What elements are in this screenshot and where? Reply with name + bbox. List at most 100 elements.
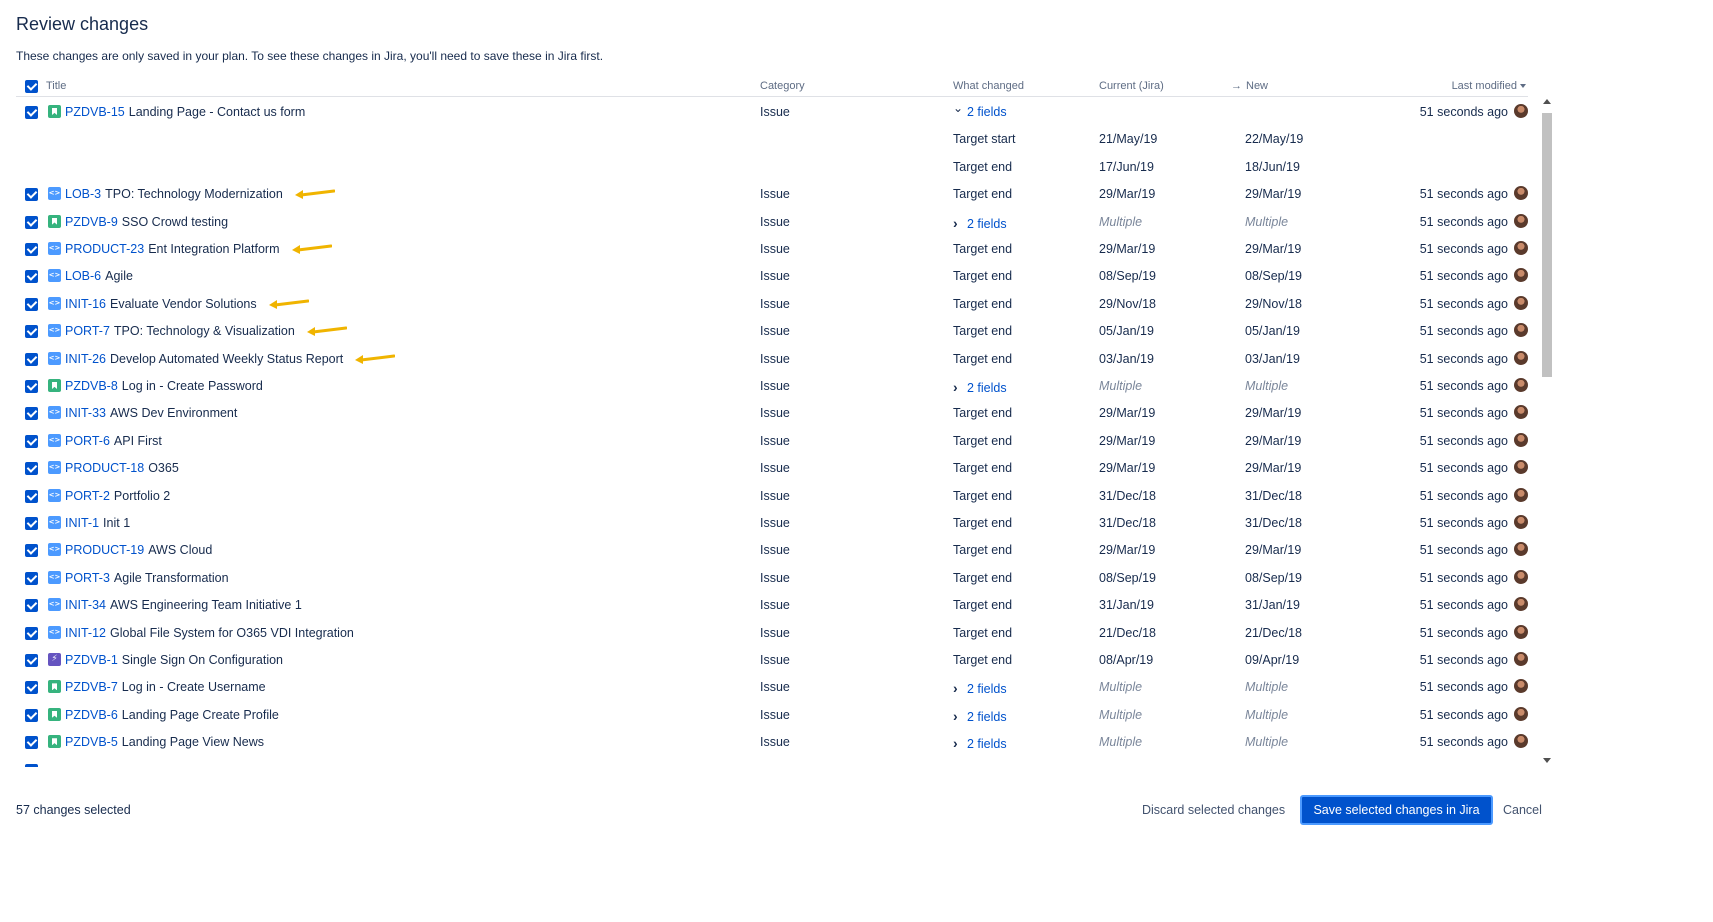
issue-key-link[interactable]: INIT-26 bbox=[65, 352, 106, 366]
row-category: Issue bbox=[760, 598, 790, 613]
row-what-changed: Target end bbox=[953, 351, 1013, 366]
row-current-value: 08/Sep/19 bbox=[1099, 269, 1156, 284]
issue-key-link[interactable]: INIT-12 bbox=[65, 626, 106, 640]
cancel-button[interactable]: Cancel bbox=[1503, 803, 1542, 817]
issue-key-link[interactable]: PZDVB-8 bbox=[65, 379, 118, 393]
row-checkbox[interactable] bbox=[25, 462, 38, 476]
expand-fields-toggle[interactable]: › 2 fields bbox=[953, 708, 1007, 724]
row-checkbox[interactable] bbox=[25, 681, 38, 695]
issue-key-link[interactable]: PZDVB-9 bbox=[65, 215, 118, 229]
header-category[interactable]: Category bbox=[760, 80, 805, 92]
issue-key-link[interactable]: PRODUCT-19 bbox=[65, 543, 144, 557]
issue-key-link[interactable]: PZDVB-7 bbox=[65, 680, 118, 694]
issue-key-link[interactable]: PZDVB-15 bbox=[65, 105, 125, 119]
issue-key-link[interactable]: INIT-33 bbox=[65, 406, 106, 420]
row-new-value: Multiple bbox=[1245, 214, 1289, 229]
table-row[interactable]: PZDVB-15 Landing Page - Contact us form Is… bbox=[16, 98, 1528, 125]
table-row[interactable]: PORT-6API First Issue Target end 29/Mar/19 2… bbox=[16, 427, 1528, 454]
save-in-jira-button[interactable]: Save selected changes in Jira bbox=[1300, 795, 1493, 825]
issue-key-link[interactable]: PORT-3 bbox=[65, 571, 110, 585]
table-row[interactable]: LOB-6 Agile Issue Target end 08/Sep/19 08/Sep… bbox=[16, 262, 1528, 289]
issue-key-link[interactable]: PORT-7 bbox=[65, 324, 110, 338]
row-checkbox[interactable] bbox=[25, 654, 38, 667]
table-row[interactable]: PRODUCT-18 O365 Issue Target end 29/Mar/19 29… bbox=[16, 454, 1528, 481]
table-row[interactable]: PRODUCT-23 Ent Integration Platform Issue T… bbox=[16, 235, 1528, 262]
table-row[interactable]: PORT-3Agile Transformation Issue Target en… bbox=[16, 564, 1528, 591]
issue-key-link[interactable]: LOB-3 bbox=[65, 187, 101, 201]
table-row[interactable]: INIT-1 Init 1 Issue Target end 31/Dec/18 31/D… bbox=[16, 509, 1528, 536]
row-checkbox[interactable] bbox=[25, 517, 38, 530]
row-checkbox[interactable] bbox=[25, 489, 38, 503]
row-checkbox[interactable] bbox=[25, 380, 38, 393]
table-row[interactable]: INIT-26 Develop Automated Weekly Status R… bbox=[16, 345, 1528, 372]
header-new[interactable]: → New bbox=[1231, 80, 1268, 92]
table-row[interactable]: PZDVB-6 Landing Page Create Profile Issue ›… bbox=[16, 701, 1528, 728]
row-checkbox[interactable] bbox=[25, 352, 38, 366]
expand-fields-toggle[interactable]: › 2 fields bbox=[953, 215, 1007, 231]
expand-fields-toggle[interactable]: › 2 fields bbox=[953, 735, 1007, 751]
row-checkbox[interactable] bbox=[25, 297, 38, 311]
issue-key-link[interactable]: PORT-6 bbox=[65, 434, 110, 448]
header-last-modified[interactable]: Last modified bbox=[1452, 80, 1526, 92]
discard-button[interactable]: Discard selected changes bbox=[1142, 803, 1285, 817]
header-current-jira[interactable]: Current (Jira) bbox=[1099, 80, 1164, 92]
table-row[interactable]: PZDVB-5 Landing Page View News Issue › 2 fie… bbox=[16, 728, 1528, 755]
issue-key-link[interactable]: PZDVB-1 bbox=[65, 653, 118, 667]
expand-fields-toggle[interactable]: › 2 fields bbox=[953, 680, 1007, 696]
issue-key-link[interactable]: PZDVB-6 bbox=[65, 708, 118, 722]
header-title[interactable]: Title bbox=[46, 80, 66, 92]
table-row[interactable]: PZDVB-7 Log in - Create Username Issue › 2 f… bbox=[16, 673, 1528, 700]
row-checkbox[interactable] bbox=[25, 599, 38, 613]
row-checkbox[interactable] bbox=[25, 571, 38, 585]
row-last-modified: 51 seconds ago bbox=[1419, 570, 1508, 585]
expand-fields-toggle[interactable]: › 2 fields bbox=[953, 379, 1007, 395]
initiative-icon bbox=[48, 242, 61, 255]
row-title: PZDVB-15 Landing Page - Contact us form bbox=[65, 105, 305, 119]
row-category: Issue bbox=[760, 105, 790, 119]
row-checkbox[interactable] bbox=[25, 763, 38, 767]
table-row[interactable]: LOB-3 TPO: Technology Modernization Issue T… bbox=[16, 180, 1528, 207]
table-row[interactable]: PORT-7TPO: Technology & Visualization Iss… bbox=[16, 317, 1528, 344]
row-checkbox[interactable] bbox=[25, 106, 38, 119]
scroll-down-icon[interactable] bbox=[1543, 758, 1551, 763]
row-last-modified: 51 seconds ago bbox=[1419, 543, 1508, 558]
table-row-partial[interactable] bbox=[16, 756, 1528, 767]
row-checkbox[interactable] bbox=[25, 325, 38, 339]
row-checkbox[interactable] bbox=[25, 736, 38, 750]
row-checkbox[interactable] bbox=[25, 270, 38, 284]
row-checkbox[interactable] bbox=[25, 434, 38, 448]
issue-key-link[interactable]: INIT-1 bbox=[65, 516, 99, 530]
table-row[interactable]: INIT-34 AWS Engineering Team Initiative 1… bbox=[16, 591, 1528, 618]
table-row[interactable]: PZDVB-1Single Sign On Configuration Issue… bbox=[16, 646, 1528, 673]
header-what-changed[interactable]: What changed bbox=[953, 80, 1024, 92]
row-current-value: 21/Dec/18 bbox=[1099, 625, 1156, 640]
chevron-right-icon: › bbox=[953, 735, 958, 752]
expand-fields-toggle[interactable]: ⌄ 2 fields bbox=[953, 101, 1007, 119]
row-checkbox[interactable] bbox=[25, 544, 38, 558]
issue-key-link[interactable]: PRODUCT-18 bbox=[65, 461, 144, 475]
table-row[interactable]: PZDVB-9 SSO Crowd testing Issue › 2 fields Mu… bbox=[16, 208, 1528, 235]
row-checkbox[interactable] bbox=[25, 243, 38, 256]
issue-key-link[interactable]: INIT-34 bbox=[65, 598, 106, 612]
row-checkbox[interactable] bbox=[25, 708, 38, 722]
scroll-thumb[interactable] bbox=[1542, 113, 1552, 377]
select-all-checkbox[interactable] bbox=[25, 80, 38, 93]
issue-key-link[interactable]: PZDVB-5 bbox=[65, 735, 118, 749]
issue-key-link[interactable]: INIT-16 bbox=[65, 297, 106, 311]
row-checkbox[interactable] bbox=[25, 407, 38, 421]
table-row[interactable]: INIT-33 AWS Dev Environment Issue Target en… bbox=[16, 399, 1528, 426]
row-checkbox[interactable] bbox=[25, 215, 38, 229]
issue-key-link[interactable]: PRODUCT-23 bbox=[65, 242, 144, 256]
table-row[interactable]: PORT-2Portfolio 2 Issue Target end 31/Dec/1… bbox=[16, 482, 1528, 509]
table-row[interactable]: INIT-16 Evaluate Vendor Solutions Issue Tar… bbox=[16, 290, 1528, 317]
issue-summary: Single Sign On Configuration bbox=[121, 653, 284, 667]
table-row[interactable]: INIT-12 Global File System for O365 VDI I… bbox=[16, 619, 1528, 646]
scroll-up-icon[interactable] bbox=[1543, 99, 1551, 104]
issue-key-link[interactable]: PORT-2 bbox=[65, 489, 110, 503]
row-checkbox[interactable] bbox=[25, 188, 38, 202]
table-row[interactable]: PRODUCT-19 AWS Cloud Issue Target end 29/Mar… bbox=[16, 536, 1528, 563]
issue-key-link[interactable]: LOB-6 bbox=[65, 269, 101, 283]
scrollbar[interactable] bbox=[1540, 97, 1554, 767]
table-row[interactable]: PZDVB-8 Log in - Create Password Issue › 2 f… bbox=[16, 372, 1528, 399]
row-checkbox[interactable] bbox=[25, 626, 38, 640]
